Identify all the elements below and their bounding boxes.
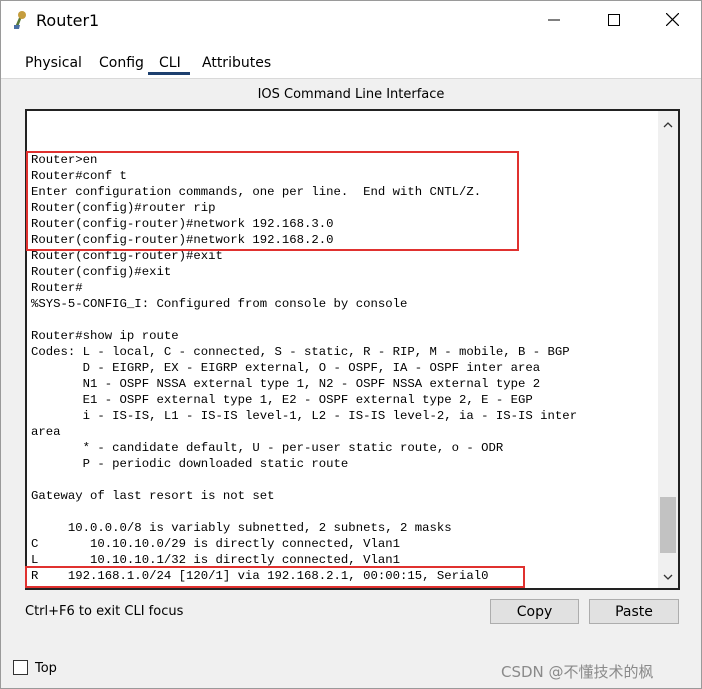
close-icon — [665, 12, 679, 29]
exit-focus-hint: Ctrl+F6 to exit CLI focus — [25, 604, 184, 619]
maximize-button[interactable] — [591, 1, 637, 41]
minimize-icon — [548, 14, 560, 29]
terminal-line: Router(config)#exit — [31, 265, 172, 279]
terminal-line: 10.0.0.0/8 is variably subnetted, 2 subn… — [31, 521, 452, 535]
terminal-line: P - periodic downloaded static route — [31, 457, 349, 471]
active-tab-indicator — [148, 72, 190, 75]
cli-header: IOS Command Line Interface — [257, 87, 445, 102]
tab-physical[interactable]: Physical — [25, 55, 82, 71]
copy-button[interactable]: Copy — [490, 599, 579, 624]
close-button[interactable] — [649, 1, 695, 41]
scroll-thumb[interactable] — [660, 497, 676, 553]
terminal-line: N1 - OSPF NSSA external type 1, N2 - OSP… — [31, 377, 541, 391]
terminal-line: %SYS-5-CONFIG_I: Configured from console… — [31, 297, 408, 311]
terminal-line: Router#show ip route — [31, 329, 179, 343]
title-bar: Router1 — [1, 1, 701, 41]
terminal-line: area — [31, 425, 61, 439]
chevron-down-icon — [663, 569, 673, 584]
terminal-line: C 10.10.10.0/29 is directly connected, V… — [31, 537, 400, 551]
window-title: Router1 — [36, 11, 100, 30]
terminal-line: Router# — [31, 281, 83, 295]
paste-button[interactable]: Paste — [589, 599, 679, 624]
tab-attributes[interactable]: Attributes — [202, 55, 271, 71]
terminal-line: Codes: L - local, C - connected, S - sta… — [31, 345, 570, 359]
terminal-line: * - candidate default, U - per-user stat… — [31, 441, 504, 455]
tab-cli[interactable]: CLI — [159, 55, 181, 71]
scroll-up-button[interactable] — [658, 111, 678, 135]
minimize-button[interactable] — [531, 1, 577, 41]
terminal-line: D - EIGRP, EX - EIGRP external, O - OSPF… — [31, 361, 541, 375]
terminal-line: i - IS-IS, L1 - IS-IS level-1, L2 - IS-I… — [31, 409, 578, 423]
highlight-box-rip-config — [26, 151, 519, 251]
tab-config[interactable]: Config — [99, 55, 144, 71]
router1-window: Router1 Physical Config CLI Attributes I… — [0, 0, 702, 689]
chevron-up-icon — [663, 116, 673, 131]
tab-bar: Physical Config CLI Attributes — [1, 41, 701, 79]
scroll-down-button[interactable] — [658, 564, 678, 588]
terminal-scrollbar[interactable] — [658, 111, 678, 588]
highlight-box-rip-route — [25, 566, 525, 588]
top-checkbox-label: Top — [35, 661, 57, 676]
top-checkbox[interactable] — [13, 660, 28, 675]
terminal-line: Gateway of last resort is not set — [31, 489, 275, 503]
maximize-icon — [608, 13, 620, 29]
router-app-icon — [11, 10, 31, 30]
watermark: CSDN @不懂技术的枫 — [501, 663, 654, 681]
terminal-line: E1 - OSPF external type 1, E2 - OSPF ext… — [31, 393, 533, 407]
